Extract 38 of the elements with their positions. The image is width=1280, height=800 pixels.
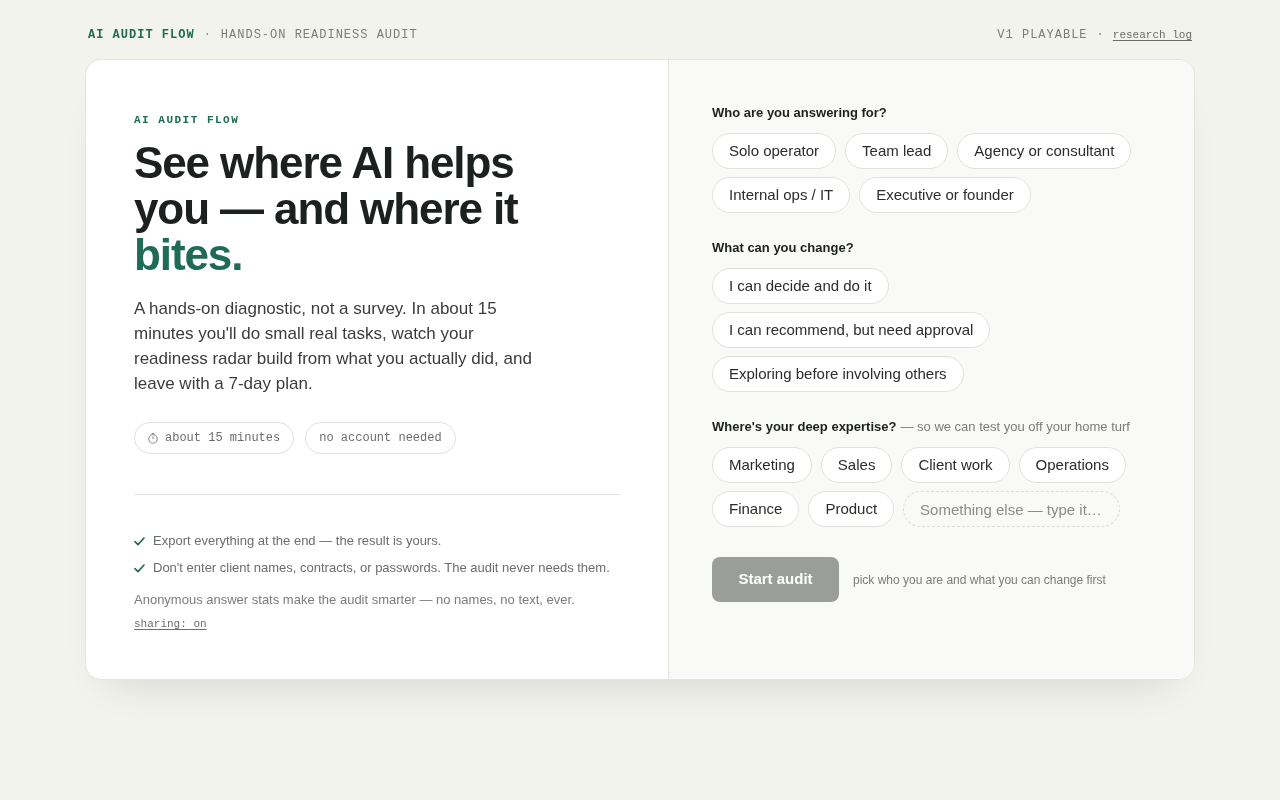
- brand-subtitle: HANDS-ON READINESS AUDIT: [220, 27, 418, 43]
- option-chip[interactable]: Finance: [712, 491, 800, 527]
- question-label: What can you change?: [712, 239, 854, 257]
- separator-dot: ·: [1096, 27, 1104, 43]
- question-note: — so we can test you off your home turf: [900, 418, 1130, 436]
- intro-description: A hands-on diagnostic, not a survey. In about 15 minutes you'll do small real tasks, watch your readiness radar build from what you actually did, and leave with a 7-day plan.: [134, 298, 533, 395]
- start-hint: pick who you are and what you can change first: [853, 571, 1106, 589]
- option-chip[interactable]: Exploring before involving others: [712, 356, 964, 392]
- option-chip[interactable]: Client work: [901, 447, 1010, 483]
- option-chip[interactable]: Operations: [1018, 447, 1126, 483]
- question-label: Where's your deep expertise?: [712, 418, 897, 436]
- option-chip[interactable]: Sales: [820, 447, 893, 483]
- separator-dot: ·: [203, 27, 212, 43]
- check-icon: [134, 563, 145, 573]
- option-chip[interactable]: Internal ops / IT: [712, 177, 851, 213]
- option-chip[interactable]: Marketing: [712, 447, 812, 483]
- eyebrow-label: AI AUDIT FLOW: [134, 113, 241, 128]
- option-chip[interactable]: Product: [808, 491, 895, 527]
- headline: See where AI helps you — and where it bites.: [134, 140, 519, 278]
- stopwatch-icon: [148, 432, 158, 444]
- research-log-link[interactable]: research log: [1112, 27, 1192, 43]
- assurance-text: Export everything at the end — the result is yours.: [153, 532, 442, 550]
- option-chip[interactable]: Solo operator: [712, 133, 837, 169]
- sharing-toggle-link[interactable]: sharing: on: [134, 616, 207, 632]
- option-chip[interactable]: I can decide and do it: [712, 268, 889, 304]
- assurance-text: Don't enter client names, contracts, or passwords. The audit never needs them.: [153, 559, 610, 577]
- option-chip[interactable]: Agency or consultant: [957, 133, 1132, 169]
- option-chip[interactable]: I can recommend, but need approval: [712, 312, 991, 348]
- version-label: V1 PLAYABLE: [997, 27, 1088, 43]
- pill-text: no account needed: [319, 430, 442, 447]
- other-expertise-input[interactable]: Something else — type it…: [903, 491, 1121, 527]
- question-label: Who are you answering for?: [712, 104, 887, 122]
- privacy-note: Anonymous answer stats make the audit smarter — no names, no text, ever.: [134, 591, 576, 609]
- check-icon: [134, 536, 145, 546]
- option-chip[interactable]: Executive or founder: [859, 177, 1031, 213]
- pill-text: about 15 minutes: [165, 430, 281, 447]
- option-chip[interactable]: Team lead: [845, 133, 949, 169]
- brand-name: AI AUDIT FLOW: [88, 27, 195, 43]
